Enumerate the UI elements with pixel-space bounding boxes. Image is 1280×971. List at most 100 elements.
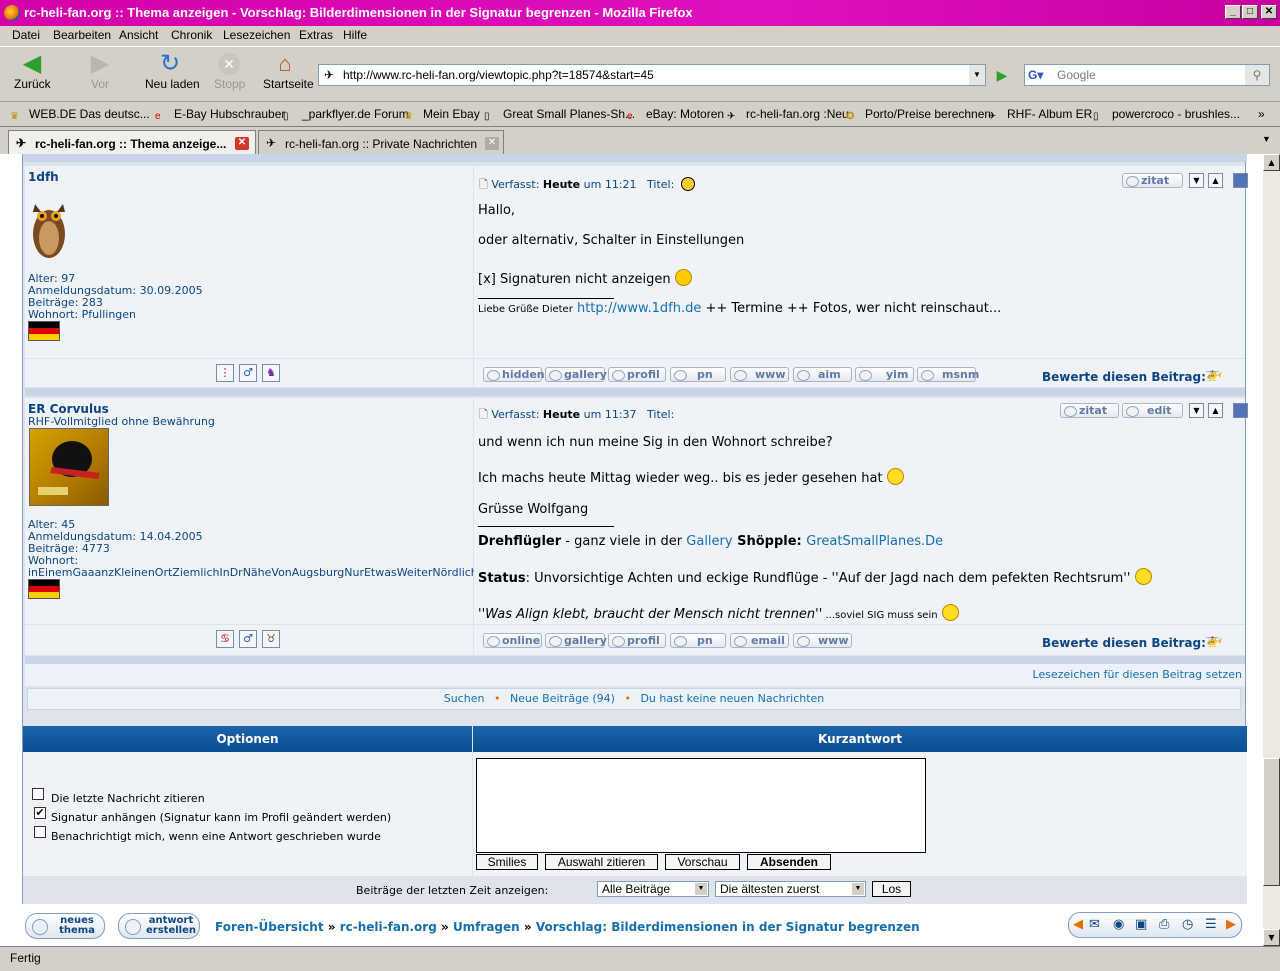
crumb-polls[interactable]: Umfragen	[453, 920, 520, 934]
crumb-topic[interactable]: Vorschlag: Bilderdimensionen in der Sign…	[536, 920, 920, 934]
profile-button[interactable]: profil	[608, 367, 666, 382]
crumb-site[interactable]: rc-heli-fan.org	[340, 920, 437, 934]
preview-button[interactable]: Vorschau	[665, 854, 740, 870]
scroll-up-icon[interactable]: ▲	[1263, 154, 1280, 171]
helicopter-rate-icon[interactable]: 🚁	[1205, 632, 1222, 648]
vertical-scrollbar[interactable]: ▲ ▼	[1263, 154, 1280, 946]
aim-button[interactable]: aim	[793, 367, 852, 382]
gallery-button[interactable]: gallery	[545, 367, 607, 382]
search-icon[interactable]: ⚲	[1245, 65, 1269, 85]
email-topic-icon[interactable]: ✉	[1089, 913, 1100, 937]
pm-button[interactable]: pn	[670, 633, 726, 648]
crumb-index[interactable]: Foren-Übersicht	[215, 920, 324, 934]
tab-list-icon[interactable]: ▼	[1262, 134, 1271, 144]
url-dropdown-icon[interactable]: ▼	[969, 65, 985, 85]
home-button[interactable]: ⌂ Startseite	[263, 53, 314, 92]
bookmark-item[interactable]: e E-Bay Hubschrauber	[155, 107, 285, 123]
bookmark-item[interactable]: ♛ Mein Ebay	[404, 107, 480, 123]
gender-male-icon[interactable]: ♂	[239, 630, 257, 648]
maximize-button[interactable]: □	[1242, 5, 1258, 19]
bookmark-item[interactable]: ▯ _parkflyer.de Forum	[283, 107, 409, 123]
url-input[interactable]: ✈ http://www.rc-heli-fan.org/viewtopic.p…	[318, 64, 986, 86]
stop-button[interactable]: ✕ Stopp	[214, 53, 245, 91]
next-topic-icon[interactable]: ▶	[1226, 913, 1236, 937]
bookmark-item[interactable]: e eBay: Motoren	[627, 107, 724, 123]
search-input[interactable]: G▾ Google ⚲	[1024, 64, 1270, 86]
reply-button[interactable]: antwort erstellen	[118, 913, 200, 939]
close-window-button[interactable]: ✕	[1261, 5, 1277, 19]
zodiac-cancer-icon[interactable]: ♋	[216, 630, 234, 648]
search-link[interactable]: Suchen	[444, 692, 485, 705]
down-arrow-icon[interactable]: ▼	[1189, 403, 1204, 418]
notify-checkbox[interactable]	[34, 826, 46, 838]
smilies-button[interactable]: Smilies	[476, 854, 538, 870]
menu-lesezeichen[interactable]: Lesezeichen	[223, 28, 290, 42]
quote-button[interactable]: zitat	[1122, 173, 1183, 188]
zodiac-rooster-icon[interactable]: ♞	[262, 364, 280, 382]
select-post-icon[interactable]	[1233, 403, 1248, 418]
minimize-button[interactable]: _	[1225, 5, 1241, 19]
bookmark-item[interactable]: ✈ RHF- Album ER	[988, 107, 1092, 123]
quote-selection-button[interactable]: Auswahl zitieren	[545, 854, 658, 870]
pm-button[interactable]: pn	[670, 367, 726, 382]
menu-hilfe[interactable]: Hilfe	[343, 28, 367, 42]
scroll-thumb[interactable]	[1263, 758, 1280, 886]
greatsmallplanes-link[interactable]: GreatSmallPlanes.De	[806, 534, 943, 549]
quickreply-textarea[interactable]	[476, 758, 926, 853]
email-button[interactable]: email	[730, 633, 789, 648]
up-arrow-icon[interactable]: ▲	[1208, 173, 1223, 188]
gallery-link[interactable]: Gallery	[686, 534, 732, 549]
back-button[interactable]: ◀ Zurück	[14, 52, 51, 92]
menu-ansicht[interactable]: Ansicht	[119, 28, 158, 42]
online-icon[interactable]: ⋮	[216, 364, 234, 382]
watch-topic-icon[interactable]: ◉	[1113, 913, 1124, 937]
signature-link[interactable]: http://www.1dfh.de	[577, 301, 701, 316]
bookmark-item[interactable]: ▯ Great Small Planes-Sh...	[484, 107, 635, 123]
quote-last-checkbox[interactable]	[32, 788, 44, 800]
hidden-button[interactable]: hidden	[483, 367, 545, 382]
bookmark-item[interactable]: ✪ Porto/Preise berechnen	[846, 107, 991, 123]
select-post-icon[interactable]	[1233, 173, 1248, 188]
bookmark-post-link[interactable]: Lesezeichen für diesen Beitrag setzen	[1033, 668, 1242, 681]
attach-signature-checkbox[interactable]: ✔	[34, 807, 46, 819]
www-button[interactable]: www	[730, 367, 789, 382]
zodiac-ox-icon[interactable]: ♉	[262, 630, 280, 648]
messages-link[interactable]: Du hast keine neuen Nachrichten	[640, 692, 824, 705]
go-filter-button[interactable]: Los	[872, 881, 911, 897]
bookmarks-overflow-icon[interactable]: »	[1258, 107, 1265, 121]
reload-button[interactable]: ↻ Neu laden	[145, 52, 200, 92]
username[interactable]: 1dfh	[28, 170, 59, 184]
time-filter-select[interactable]: Alle Beiträge	[597, 881, 709, 897]
gallery-button[interactable]: gallery	[545, 633, 607, 648]
print-topic-icon[interactable]: ⎙	[1159, 913, 1169, 937]
new-posts-link[interactable]: Neue Beiträge (94)	[510, 692, 615, 705]
msnm-button[interactable]: msnm	[917, 367, 979, 382]
bookmark-item[interactable]: ♛ WEB.DE Das deutsc...	[10, 107, 150, 123]
tab-close-icon[interactable]: ✕	[235, 137, 249, 150]
order-select[interactable]: Die ältesten zuerst	[715, 881, 866, 897]
online-button[interactable]: online	[483, 633, 542, 648]
bookmark-item[interactable]: ▯ powercroco - brushles...	[1093, 107, 1240, 123]
quote-button[interactable]: zitat	[1060, 403, 1119, 418]
list-icon[interactable]: ☰	[1205, 913, 1217, 937]
up-arrow-icon[interactable]: ▲	[1208, 403, 1223, 418]
clock-icon[interactable]: ◷	[1182, 913, 1193, 937]
menu-extras[interactable]: Extras	[299, 28, 333, 42]
tab-viewtopic[interactable]: ✈ rc-heli-fan.org :: Thema anzeige... ✕	[8, 130, 256, 154]
menu-datei[interactable]: Datei	[12, 28, 40, 42]
username[interactable]: ER Corvulus	[28, 402, 109, 416]
save-topic-icon[interactable]: ▣	[1135, 913, 1147, 937]
prev-topic-icon[interactable]: ◀	[1073, 913, 1083, 937]
tab-private-messages[interactable]: ✈ rc-heli-fan.org :: Private Nachrichten…	[258, 130, 504, 154]
gender-male-icon[interactable]: ♂	[239, 364, 257, 382]
tab-close-icon[interactable]: ✕	[485, 137, 499, 150]
edit-button[interactable]: edit	[1122, 403, 1183, 418]
down-arrow-icon[interactable]: ▼	[1189, 173, 1204, 188]
bookmark-item[interactable]: ✈ rc-heli-fan.org :Neu	[727, 107, 849, 123]
menu-chronik[interactable]: Chronik	[171, 28, 212, 42]
forward-button[interactable]: ▶ Vor	[88, 52, 112, 92]
go-button[interactable]: ▶	[991, 65, 1013, 85]
menu-bearbeiten[interactable]: Bearbeiten	[53, 28, 111, 42]
profile-button[interactable]: profil	[608, 633, 666, 648]
yim-button[interactable]: yim	[855, 367, 914, 382]
